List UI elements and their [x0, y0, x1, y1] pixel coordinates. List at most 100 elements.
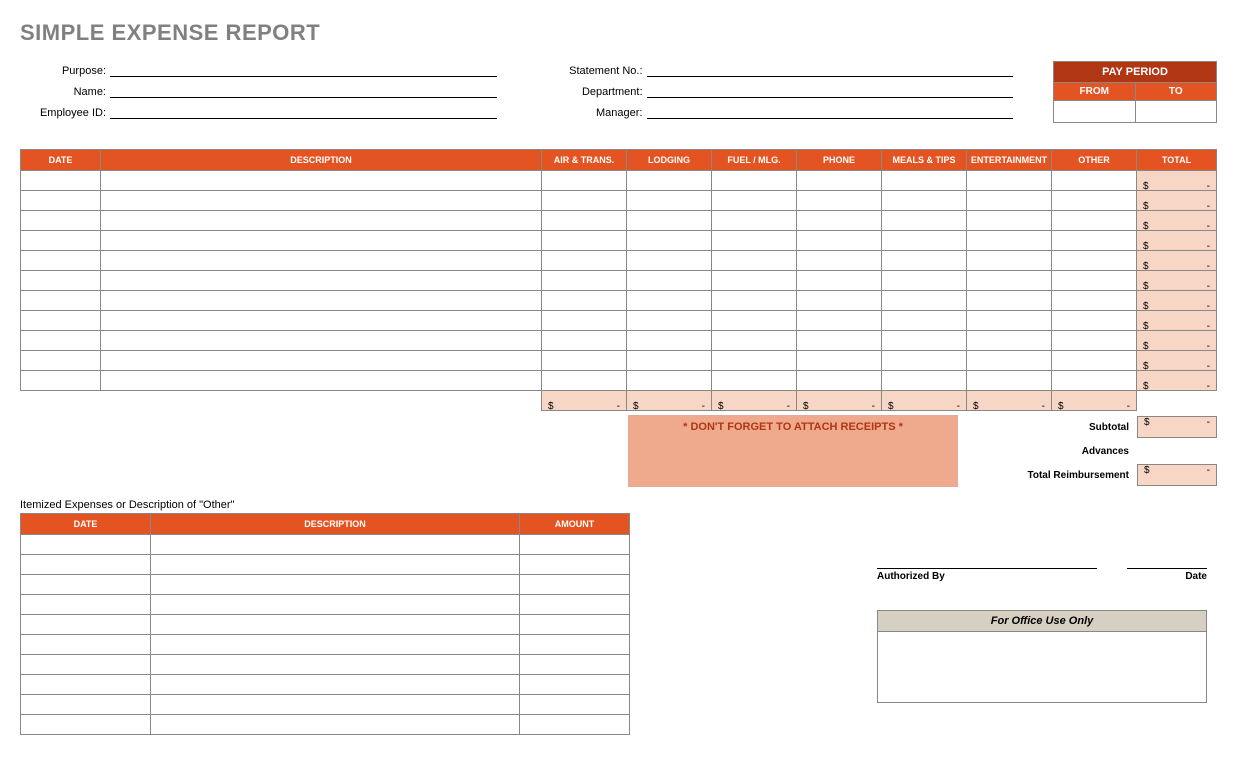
- expense-cell[interactable]: [882, 351, 967, 371]
- expense-cell[interactable]: [627, 171, 712, 191]
- expense-cell[interactable]: [627, 271, 712, 291]
- expense-cell[interactable]: [21, 371, 101, 391]
- itemized-cell[interactable]: [151, 655, 520, 675]
- purpose-input[interactable]: [110, 61, 497, 77]
- expense-cell[interactable]: [1052, 311, 1137, 331]
- expense-cell[interactable]: [967, 191, 1052, 211]
- expense-cell[interactable]: [967, 291, 1052, 311]
- expense-cell[interactable]: [797, 191, 882, 211]
- department-input[interactable]: [647, 82, 1014, 98]
- itemized-cell[interactable]: [151, 555, 520, 575]
- expense-cell[interactable]: [101, 171, 542, 191]
- expense-cell[interactable]: [797, 171, 882, 191]
- expense-cell[interactable]: [1052, 191, 1137, 211]
- itemized-cell[interactable]: [21, 655, 151, 675]
- expense-cell[interactable]: [21, 271, 101, 291]
- expense-cell[interactable]: [101, 231, 542, 251]
- itemized-cell[interactable]: [520, 655, 630, 675]
- itemized-cell[interactable]: [151, 575, 520, 595]
- itemized-cell[interactable]: [151, 635, 520, 655]
- itemized-cell[interactable]: [151, 595, 520, 615]
- expense-cell[interactable]: [1052, 271, 1137, 291]
- expense-cell[interactable]: [101, 311, 542, 331]
- expense-cell[interactable]: [1052, 351, 1137, 371]
- expense-cell[interactable]: [542, 291, 627, 311]
- expense-cell[interactable]: [21, 191, 101, 211]
- expense-cell[interactable]: [797, 231, 882, 251]
- expense-cell[interactable]: [21, 231, 101, 251]
- itemized-cell[interactable]: [520, 555, 630, 575]
- itemized-cell[interactable]: [21, 555, 151, 575]
- itemized-cell[interactable]: [21, 715, 151, 735]
- expense-cell[interactable]: [712, 231, 797, 251]
- expense-cell[interactable]: [542, 191, 627, 211]
- itemized-cell[interactable]: [151, 695, 520, 715]
- expense-cell[interactable]: [627, 311, 712, 331]
- expense-cell[interactable]: [101, 251, 542, 271]
- expense-cell[interactable]: [882, 371, 967, 391]
- expense-cell[interactable]: [1052, 171, 1137, 191]
- expense-cell[interactable]: [797, 271, 882, 291]
- itemized-cell[interactable]: [21, 595, 151, 615]
- expense-cell[interactable]: [1052, 231, 1137, 251]
- itemized-cell[interactable]: [151, 715, 520, 735]
- expense-cell[interactable]: [542, 331, 627, 351]
- expense-cell[interactable]: [101, 371, 542, 391]
- expense-cell[interactable]: [712, 371, 797, 391]
- expense-cell[interactable]: [627, 211, 712, 231]
- employee-id-input[interactable]: [110, 103, 497, 119]
- expense-cell[interactable]: [712, 311, 797, 331]
- name-input[interactable]: [110, 82, 497, 98]
- itemized-cell[interactable]: [151, 675, 520, 695]
- expense-cell[interactable]: [882, 271, 967, 291]
- expense-cell[interactable]: [542, 251, 627, 271]
- expense-cell[interactable]: [542, 231, 627, 251]
- expense-cell[interactable]: [542, 271, 627, 291]
- expense-cell[interactable]: [967, 311, 1052, 331]
- advances-value[interactable]: [1137, 440, 1217, 462]
- itemized-cell[interactable]: [520, 535, 630, 555]
- expense-cell[interactable]: [21, 351, 101, 371]
- expense-cell[interactable]: [712, 251, 797, 271]
- expense-cell[interactable]: [712, 271, 797, 291]
- expense-cell[interactable]: [21, 311, 101, 331]
- expense-cell[interactable]: [542, 371, 627, 391]
- expense-cell[interactable]: [967, 271, 1052, 291]
- expense-cell[interactable]: [797, 311, 882, 331]
- expense-cell[interactable]: [627, 291, 712, 311]
- itemized-cell[interactable]: [151, 535, 520, 555]
- itemized-cell[interactable]: [520, 615, 630, 635]
- pay-period-to-input[interactable]: [1136, 101, 1218, 123]
- itemized-cell[interactable]: [151, 615, 520, 635]
- expense-cell[interactable]: [21, 171, 101, 191]
- itemized-cell[interactable]: [520, 675, 630, 695]
- expense-cell[interactable]: [882, 191, 967, 211]
- expense-cell[interactable]: [101, 291, 542, 311]
- manager-input[interactable]: [647, 103, 1014, 119]
- expense-cell[interactable]: [627, 251, 712, 271]
- expense-cell[interactable]: [882, 211, 967, 231]
- expense-cell[interactable]: [21, 251, 101, 271]
- expense-cell[interactable]: [882, 331, 967, 351]
- statement-no-input[interactable]: [647, 61, 1014, 77]
- itemized-cell[interactable]: [520, 715, 630, 735]
- expense-cell[interactable]: [627, 351, 712, 371]
- itemized-cell[interactable]: [520, 635, 630, 655]
- expense-cell[interactable]: [797, 371, 882, 391]
- expense-cell[interactable]: [967, 211, 1052, 231]
- expense-cell[interactable]: [1052, 331, 1137, 351]
- expense-cell[interactable]: [542, 171, 627, 191]
- expense-cell[interactable]: [967, 351, 1052, 371]
- expense-cell[interactable]: [797, 251, 882, 271]
- expense-cell[interactable]: [797, 351, 882, 371]
- authorized-by-input[interactable]: [877, 568, 1097, 569]
- itemized-cell[interactable]: [21, 635, 151, 655]
- expense-cell[interactable]: [712, 171, 797, 191]
- itemized-cell[interactable]: [21, 675, 151, 695]
- expense-cell[interactable]: [101, 211, 542, 231]
- expense-cell[interactable]: [627, 331, 712, 351]
- expense-cell[interactable]: [542, 311, 627, 331]
- expense-cell[interactable]: [967, 251, 1052, 271]
- expense-cell[interactable]: [882, 311, 967, 331]
- expense-cell[interactable]: [712, 291, 797, 311]
